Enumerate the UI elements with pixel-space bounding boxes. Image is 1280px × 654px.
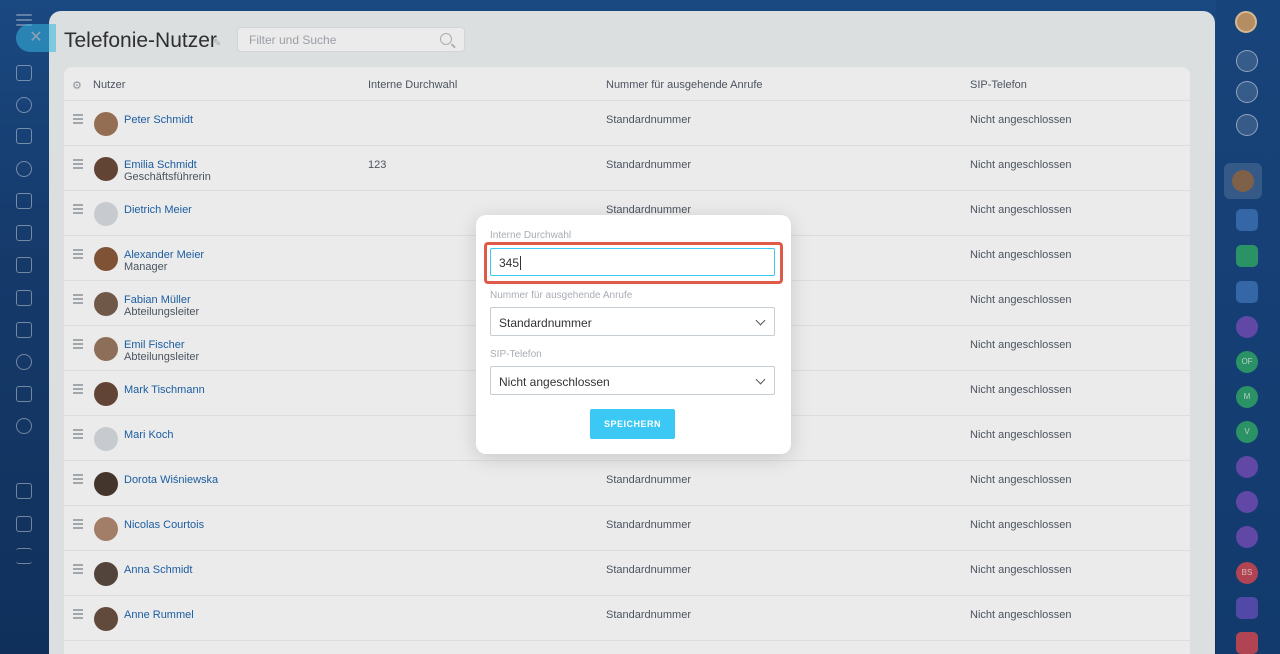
edit-dialog: Interne Durchwahl 345 Nummer für ausgehe… [476,215,791,454]
extension-value: 345 [499,256,520,270]
outgoing-label: Nummer für ausgehende Anrufe [490,290,633,301]
ext-label: Interne Durchwahl [490,230,572,241]
sip-value: Nicht angeschlossen [499,375,610,389]
sip-label: SIP-Telefon [490,349,542,360]
save-button[interactable]: SPEICHERN [590,409,675,439]
sip-select[interactable]: Nicht angeschlossen [490,366,775,395]
chevron-down-icon [755,374,766,385]
outgoing-select[interactable]: Standardnummer [490,307,775,336]
chevron-down-icon [755,315,766,326]
outgoing-value: Standardnummer [499,316,592,330]
extension-input[interactable]: 345 [490,248,775,276]
